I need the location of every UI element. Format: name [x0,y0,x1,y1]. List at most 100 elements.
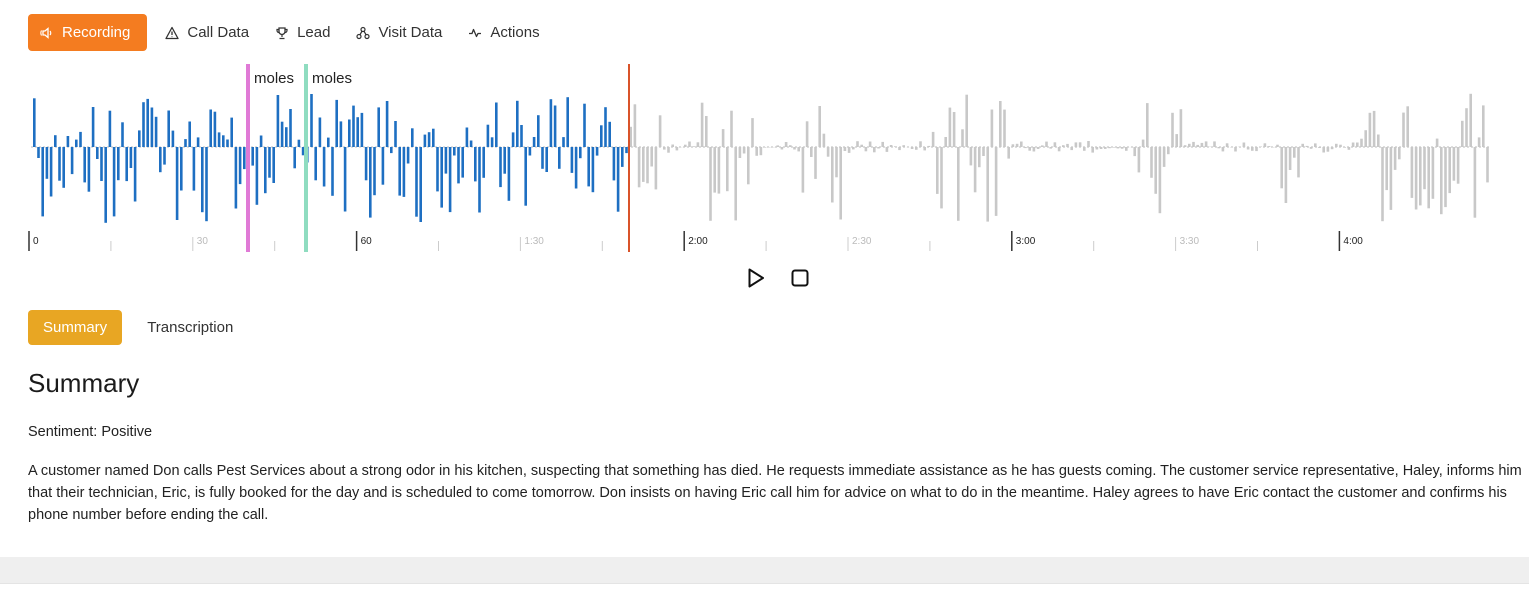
waveform-bar [784,142,788,147]
waveform-bar [146,98,149,147]
waveform-bar [990,109,994,147]
waveform-bar [742,147,746,154]
stop-button[interactable] [788,266,812,290]
waveform-bar [138,130,141,147]
waveform-bar [343,147,347,212]
waveform-bar [763,147,767,148]
stop-icon [791,269,809,287]
waveform-bar [112,147,116,217]
waveform-bar [973,147,977,193]
waveform-bar [1461,120,1464,147]
waveform-bar [1377,134,1380,147]
waveform-bar [453,147,456,156]
waveform-bar [96,147,99,159]
waveform-bar [1112,147,1115,148]
waveform-bar [381,147,385,185]
waveform-bar [570,147,574,173]
tab-actions[interactable]: Actions [468,14,540,51]
waveform-canvas[interactable]: moles moles 0 30 60 1:30 2:00 2:30 3:00 3:30 4:00 [0,55,1529,260]
waveform-bar [520,125,523,147]
waveform-bar [650,147,653,167]
play-button[interactable] [744,266,768,290]
waveform-bar [1003,109,1006,147]
timeline-label: 1:30 [524,236,544,247]
waveform-bar [1154,147,1157,194]
waveform-bar [709,147,712,221]
waveform-bar [1095,147,1099,150]
waveform-bar [58,147,61,181]
waveform-bar [894,146,897,147]
waveform-bar [180,147,183,191]
waveform-bar [721,129,725,147]
waveform-bar [637,147,641,188]
content-tabs: Summary Transcription [28,310,233,345]
tab-transcription[interactable]: Transcription [147,310,233,345]
audio-waveform[interactable]: moles moles 0 30 60 1:30 2:00 2:30 3:00 3:30 4:00 [0,55,1529,260]
tab-lead[interactable]: Lead [275,14,330,51]
waveform-bar [41,147,44,217]
waveform-bar [268,147,271,178]
waveform-bar [713,147,716,193]
waveform-bar [469,140,473,147]
waveform-bar [1015,143,1019,147]
waveform-bar [1482,105,1485,147]
keyword-marker[interactable] [246,64,250,252]
tab-summary[interactable]: Summary [28,310,123,345]
waveform-bar [474,147,477,182]
keyword-marker-label: moles [312,70,352,87]
waveform-bar [213,111,217,147]
waveform-bar [600,125,603,147]
waveform-bar [1196,144,1199,147]
waveform-bar [919,141,922,147]
waveform-bar [1410,147,1414,198]
tab-recording[interactable]: Recording [28,14,148,51]
waveform-bar [1183,145,1187,147]
waveform-bar [335,99,338,147]
waveform-bar [847,147,851,153]
waveform-bar [364,147,368,181]
tab-call-data[interactable]: Call Data [165,14,249,51]
waveform-bar [272,147,275,183]
waveform-bar [1398,147,1401,160]
waveform-bar [726,147,729,192]
waveform-bar [398,147,401,196]
waveform-bar [1200,142,1204,147]
tab-visit-data[interactable]: Visit Data [356,14,442,51]
waveform-bar [1204,141,1208,147]
waveform-bar [747,147,750,185]
waveform-bar [814,147,817,179]
waveform-bar [1234,147,1237,152]
waveform-bar [1049,147,1052,149]
waveform-bar [1125,147,1128,151]
waveform-bar [566,97,569,147]
waveform-bar [1146,103,1149,147]
waveform-bar [898,147,901,151]
waveform-bar [432,128,435,147]
playhead[interactable] [628,64,630,252]
waveform-bar [595,147,599,156]
waveform-bar [499,147,502,188]
waveform-bar [915,147,918,150]
waveform-bar [314,147,317,181]
waveform-bar [688,141,691,147]
waveform-bar [579,147,582,159]
waveform-bar [419,147,422,222]
waveform-bar [822,133,826,147]
waveform-bar [616,147,620,212]
waveform-bar [1083,147,1086,151]
waveform-bar [1099,147,1103,149]
waveform-bar [889,145,893,147]
waveform-bar [159,147,162,173]
waveform-bar [927,145,931,147]
waveform-bar [1162,147,1166,167]
tab-label: Recording [62,24,131,41]
waveform-bar [142,102,145,147]
waveform-bar [1221,147,1225,152]
waveform-bar [982,147,985,156]
waveform-bar [238,147,242,185]
keyword-marker[interactable] [304,64,308,252]
waveform-bar [1351,142,1355,147]
waveform-bar [1326,147,1330,152]
waveform-bar [289,109,292,147]
sentiment-label: Sentiment: Positive [28,424,153,440]
